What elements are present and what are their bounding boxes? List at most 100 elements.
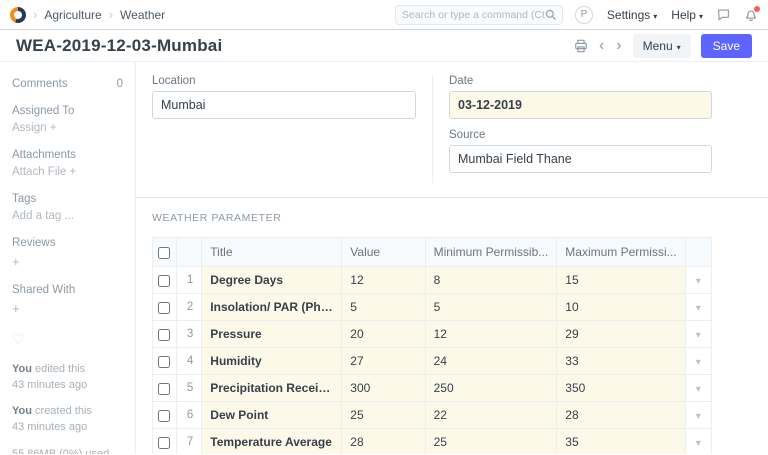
form-column-right: Date Source (432, 75, 712, 183)
location-input[interactable] (152, 91, 416, 119)
value-cell[interactable]: 25 (342, 402, 425, 429)
min-permissible-cell[interactable]: 25 (425, 429, 557, 455)
row-index: 1 (176, 267, 202, 294)
global-search[interactable] (395, 5, 563, 25)
like-heart-icon[interactable] (12, 331, 123, 348)
row-expand-button[interactable] (685, 402, 711, 429)
max-permissible-cell[interactable]: 350 (557, 375, 685, 402)
row-index: 3 (176, 321, 202, 348)
min-permissible-cell[interactable]: 12 (425, 321, 557, 348)
form-column-left: Location (152, 75, 432, 183)
value-cell[interactable]: 5 (342, 294, 425, 321)
source-input[interactable] (449, 145, 712, 173)
value-cell[interactable]: 27 (342, 348, 425, 375)
edited-info: You edited this 43 minutes ago (12, 362, 123, 394)
breadcrumb-weather[interactable]: Weather (120, 8, 165, 22)
assign-button[interactable]: Assign + (12, 122, 56, 134)
row-expand-button[interactable] (685, 294, 711, 321)
min-permissible-cell[interactable]: 24 (425, 348, 557, 375)
select-all-checkbox[interactable] (158, 247, 170, 259)
row-checkbox[interactable] (158, 275, 170, 287)
table-row: 5 Precipitation Received 300 250 350 (153, 375, 712, 402)
menu-label: Menu (643, 39, 673, 53)
max-permissible-cell[interactable]: 29 (557, 321, 685, 348)
attach-file-button[interactable]: Attach File + (12, 166, 76, 178)
search-icon (545, 9, 556, 20)
max-permissible-cell[interactable]: 15 (557, 267, 685, 294)
row-checkbox[interactable] (158, 302, 170, 314)
print-icon[interactable] (574, 39, 588, 53)
share-button[interactable]: + (12, 301, 20, 316)
tags-heading: Tags (12, 193, 123, 205)
title-cell[interactable]: Temperature Average (202, 429, 342, 455)
value-column-header[interactable]: Value (342, 238, 425, 267)
max-permissible-cell[interactable]: 28 (557, 402, 685, 429)
sidebar-comments-link[interactable]: Comments (12, 78, 68, 90)
page-body: Comments 0 Assigned To Assign + Attachme… (0, 62, 768, 454)
row-checkbox[interactable] (158, 356, 170, 368)
previous-document-chevron[interactable]: ‹ (598, 38, 605, 54)
max-permissible-cell[interactable]: 33 (557, 348, 685, 375)
source-label: Source (449, 129, 712, 141)
add-tag-input[interactable]: Add a tag ... (12, 210, 74, 222)
notifications-bell-icon[interactable] (744, 8, 758, 22)
row-expand-button[interactable] (685, 348, 711, 375)
save-button[interactable]: Save (701, 34, 752, 58)
row-index: 5 (176, 375, 202, 402)
value-cell[interactable]: 300 (342, 375, 425, 402)
breadcrumb-agriculture[interactable]: Agriculture (44, 8, 101, 22)
app-logo-icon[interactable] (10, 7, 26, 23)
title-cell[interactable]: Precipitation Received (202, 375, 342, 402)
reviews-heading: Reviews (12, 237, 123, 249)
chevron-down-icon (653, 8, 657, 22)
min-permissible-cell[interactable]: 8 (425, 267, 557, 294)
settings-menu[interactable]: Settings (607, 8, 657, 22)
row-checkbox[interactable] (158, 437, 170, 449)
next-document-chevron[interactable]: › (615, 38, 622, 54)
max-permissible-column-header[interactable]: Maximum Permissi... (557, 238, 685, 267)
edited-who: You (12, 363, 32, 375)
user-avatar[interactable]: P (575, 6, 593, 24)
chevron-down-icon (677, 39, 681, 53)
table-row: 2 Insolation/ PAR (Photosynthetic... 5 5… (153, 294, 712, 321)
chevron-down-icon (696, 435, 701, 449)
chevron-down-icon (699, 8, 703, 22)
form-sidebar: Comments 0 Assigned To Assign + Attachme… (0, 62, 136, 454)
announcements-icon[interactable] (717, 8, 730, 21)
search-input[interactable] (402, 9, 545, 21)
value-cell[interactable]: 20 (342, 321, 425, 348)
row-index: 2 (176, 294, 202, 321)
row-expand-button[interactable] (685, 375, 711, 402)
value-cell[interactable]: 12 (342, 267, 425, 294)
value-cell[interactable]: 28 (342, 429, 425, 455)
title-cell[interactable]: Humidity (202, 348, 342, 375)
min-permissible-cell[interactable]: 5 (425, 294, 557, 321)
edited-when: 43 minutes ago (12, 379, 87, 391)
add-review-button[interactable]: + (12, 254, 20, 269)
row-checkbox[interactable] (158, 410, 170, 422)
menu-button[interactable]: Menu (633, 34, 691, 58)
min-permissible-cell[interactable]: 22 (425, 402, 557, 429)
help-label: Help (671, 8, 696, 22)
created-action: created this (32, 405, 92, 417)
max-permissible-cell[interactable]: 35 (557, 429, 685, 455)
title-cell[interactable]: Dew Point (202, 402, 342, 429)
help-menu[interactable]: Help (671, 8, 703, 22)
row-checkbox[interactable] (158, 329, 170, 341)
title-column-header[interactable]: Title (202, 238, 342, 267)
chevron-down-icon (696, 381, 701, 395)
title-cell[interactable]: Pressure (202, 321, 342, 348)
title-cell[interactable]: Insolation/ PAR (Photosynthetic... (202, 294, 342, 321)
breadcrumb: Agriculture Weather (10, 7, 165, 23)
title-cell[interactable]: Degree Days (202, 267, 342, 294)
avatar-letter: P (581, 9, 588, 20)
row-expand-button[interactable] (685, 429, 711, 455)
row-expand-button[interactable] (685, 267, 711, 294)
date-input[interactable] (449, 91, 712, 119)
row-expand-button[interactable] (685, 321, 711, 348)
min-permissible-column-header[interactable]: Minimum Permissib... (425, 238, 557, 267)
max-permissible-cell[interactable]: 10 (557, 294, 685, 321)
row-checkbox[interactable] (158, 383, 170, 395)
min-permissible-cell[interactable]: 250 (425, 375, 557, 402)
page-title: WEA-2019-12-03-Mumbai (16, 36, 222, 56)
